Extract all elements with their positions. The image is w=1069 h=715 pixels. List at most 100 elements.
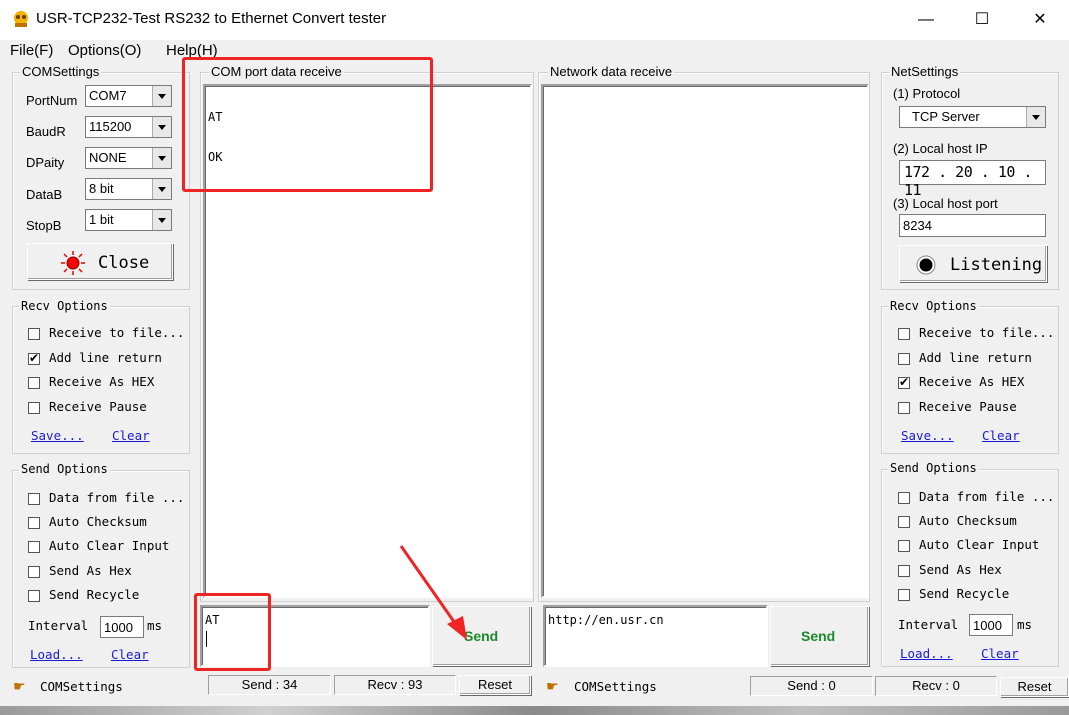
right-send-checkbox[interactable] xyxy=(898,564,910,577)
left-interval-label: Interval xyxy=(28,618,89,633)
left-send-checkbox[interactable] xyxy=(28,493,40,505)
annotation-box-receive xyxy=(182,57,433,192)
left-recv-checkbox-label[interactable]: Receive As HEX xyxy=(49,374,154,389)
status-left-send: Send : 34 xyxy=(208,675,331,695)
menu-options[interactable]: Options(O) xyxy=(68,42,141,59)
right-send-checkbox-label[interactable]: Auto Checksum xyxy=(919,513,1017,528)
stopbits-select[interactable]: 1 bit xyxy=(85,209,172,231)
left-send-checkbox[interactable] xyxy=(28,565,40,578)
left-interval-input[interactable]: 1000 xyxy=(100,616,144,638)
right-send-clear-link[interactable]: Clear xyxy=(981,646,1019,661)
left-recv-checkbox[interactable] xyxy=(28,351,40,365)
left-recv-checkbox-label[interactable]: Add line return xyxy=(49,350,162,365)
left-send-checkbox[interactable] xyxy=(28,517,40,530)
chevron-down-icon[interactable] xyxy=(152,210,171,230)
databits-label: DataB xyxy=(26,187,63,202)
com-close-button[interactable]: Close xyxy=(27,243,173,280)
left-load-link[interactable]: Load... xyxy=(30,647,83,662)
ip-label: (2) Local host IP xyxy=(893,141,988,156)
right-send-checkbox[interactable] xyxy=(898,540,910,553)
left-send-clear-link[interactable]: Clear xyxy=(111,647,149,662)
protocol-value: TCP Server xyxy=(912,109,980,124)
stopbits-label: StopB xyxy=(26,218,62,233)
right-recv-checkbox-label[interactable]: Receive Pause xyxy=(919,399,1017,414)
left-recv-checkbox-label[interactable]: Receive to file... xyxy=(49,325,184,340)
baud-select[interactable]: 115200 xyxy=(85,116,172,138)
chevron-down-icon[interactable] xyxy=(152,179,171,199)
close-window-button[interactable]: ✕ xyxy=(1012,0,1068,40)
status-right-reset-label: Reset xyxy=(1017,679,1052,694)
right-send-checkbox-label[interactable]: Send As Hex xyxy=(919,562,1002,577)
app-icon xyxy=(11,10,31,28)
left-send-checkbox-label[interactable]: Auto Checksum xyxy=(49,514,147,529)
left-recv-clear-link[interactable]: Clear xyxy=(112,428,150,443)
left-send-checkbox-label[interactable]: Send Recycle xyxy=(49,587,139,602)
right-send-options-label: Send Options xyxy=(888,461,979,475)
chevron-down-icon[interactable] xyxy=(152,117,171,137)
port-num-select[interactable]: COM7 xyxy=(85,85,172,107)
left-send-checkbox-label[interactable]: Send As Hex xyxy=(49,563,132,578)
window-title: USR-TCP232-Test RS232 to Ethernet Conver… xyxy=(36,10,387,27)
left-send-checkbox[interactable] xyxy=(28,589,40,602)
close-label: Close xyxy=(98,253,150,273)
left-send-checkbox-label[interactable]: Data from file ... xyxy=(49,490,184,505)
status-right-reset[interactable]: Reset xyxy=(1000,677,1069,697)
minimize-button[interactable]: — xyxy=(898,0,954,40)
right-recv-checkbox[interactable] xyxy=(898,375,910,389)
right-interval-label: Interval xyxy=(898,617,959,632)
status-right-label: COMSettings xyxy=(574,679,657,694)
status-left-reset[interactable]: Reset xyxy=(459,675,531,695)
local-ip-input[interactable]: 172 . 20 . 10 . 11 xyxy=(899,160,1046,199)
right-recv-checkbox-label[interactable]: Receive to file... xyxy=(919,325,1054,340)
left-recv-checkbox[interactable] xyxy=(28,377,40,389)
right-recv-checkbox-label[interactable]: Add line return xyxy=(919,350,1032,365)
left-recv-checkbox-label[interactable]: Receive Pause xyxy=(49,399,147,414)
right-recv-checkbox[interactable] xyxy=(898,328,910,340)
left-send-checkbox[interactable] xyxy=(28,541,40,554)
desktop-strip xyxy=(0,706,1069,715)
maximize-button[interactable]: ☐ xyxy=(954,0,1010,40)
right-load-link[interactable]: Load... xyxy=(900,646,953,661)
red-indicator-icon xyxy=(61,251,85,275)
right-interval-value: 1000 xyxy=(973,618,1002,633)
right-send-checkbox[interactable] xyxy=(898,492,910,504)
right-interval-input[interactable]: 1000 xyxy=(969,614,1013,636)
listening-label: Listening xyxy=(950,255,1043,275)
hand-icon: ☛ xyxy=(13,678,26,694)
right-send-checkbox-label[interactable]: Auto Clear Input xyxy=(919,537,1039,552)
left-save-link[interactable]: Save... xyxy=(31,428,84,443)
baud-value: 115200 xyxy=(89,119,132,134)
databits-select[interactable]: 8 bit xyxy=(85,178,172,200)
left-recv-options-label: Recv Options xyxy=(19,299,110,313)
right-send-checkbox[interactable] xyxy=(898,588,910,601)
parity-select[interactable]: NONE xyxy=(85,147,172,169)
listening-button[interactable]: Listening xyxy=(899,245,1047,282)
left-recv-checkbox[interactable] xyxy=(28,401,40,414)
right-send-checkbox-label[interactable]: Data from file ... xyxy=(919,489,1054,504)
chevron-down-icon[interactable] xyxy=(152,148,171,168)
hand-icon: ☛ xyxy=(546,678,559,694)
right-recv-checkbox[interactable] xyxy=(898,352,910,365)
net-send-input[interactable]: http://en.usr.cn xyxy=(543,605,768,667)
chevron-down-icon[interactable] xyxy=(1026,107,1045,127)
protocol-select[interactable]: TCP Server xyxy=(899,106,1046,128)
net-receive-label: Network data receive xyxy=(548,64,675,79)
right-recv-checkbox-label[interactable]: Receive As HEX xyxy=(919,374,1024,389)
databits-value: 8 bit xyxy=(89,181,114,196)
local-port-input[interactable]: 8234 xyxy=(899,214,1046,237)
chevron-down-icon[interactable] xyxy=(152,86,171,106)
right-recv-clear-link[interactable]: Clear xyxy=(982,428,1020,443)
left-send-checkbox-label[interactable]: Auto Clear Input xyxy=(49,538,169,553)
baud-label: BaudR xyxy=(26,124,66,139)
status-right-recv: Recv : 0 xyxy=(875,676,997,696)
net-receive-area[interactable] xyxy=(541,84,869,598)
right-send-checkbox[interactable] xyxy=(898,516,910,529)
right-send-checkbox-label[interactable]: Send Recycle xyxy=(919,586,1009,601)
left-recv-checkbox[interactable] xyxy=(28,328,40,340)
port-num-label: PortNum xyxy=(26,93,78,108)
right-recv-checkbox[interactable] xyxy=(898,401,910,414)
right-save-link[interactable]: Save... xyxy=(901,428,954,443)
status-left-reset-label: Reset xyxy=(478,677,512,692)
net-send-button[interactable]: Send xyxy=(770,606,869,666)
menu-file[interactable]: File(F) xyxy=(10,42,53,59)
